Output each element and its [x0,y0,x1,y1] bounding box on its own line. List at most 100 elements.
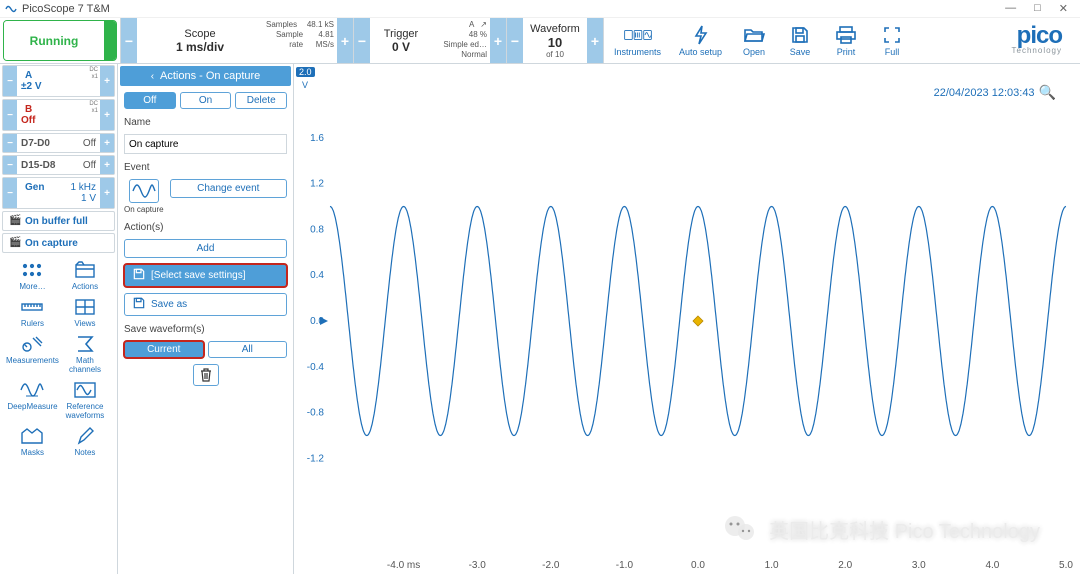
sidebar-meas-button[interactable]: Measurements [6,334,59,374]
channel-b-plus[interactable]: + [100,100,114,130]
action-name-input[interactable] [124,134,287,154]
svg-text:0.4: 0.4 [310,270,324,281]
trigger-plus-button[interactable]: + [490,18,506,63]
window-close-button[interactable]: ✕ [1059,2,1068,15]
oscilloscope-chart[interactable]: 2.0 V 22/04/2023 12:03:43 🔍 -1.2-0.8-0.4… [294,64,1080,574]
waveform-prev-button[interactable]: − [507,18,523,63]
trigger-stats: A↗ 48 % Simple ed… Normal [432,18,490,63]
actions-off-tab[interactable]: Off [124,92,176,109]
sidebar-rulers-button[interactable]: Rulers [6,297,59,328]
d15d8-minus[interactable]: − [3,156,17,174]
channel-b-label: B [21,104,96,115]
sidebar-deep-button[interactable]: DeepMeasure [6,380,59,420]
scope-plus-button[interactable]: + [337,18,353,63]
svg-text:1.0: 1.0 [765,560,779,571]
sidebar-actions-button[interactable]: Actions [59,260,111,291]
app-icon [4,2,18,16]
svg-text:0.8: 0.8 [310,224,324,235]
svg-text:3.0: 3.0 [912,560,926,571]
sidebar-math-button[interactable]: Math channels [59,334,111,374]
waveform-of: of 10 [546,50,564,59]
channel-b-row[interactable]: − B Off DCx1 + [2,99,115,131]
print-button[interactable]: Print [832,25,860,57]
trigger-panel: − Trigger 0 V A↗ 48 % Simple ed… Normal … [353,18,506,63]
chevron-left-icon: ‹ [151,71,154,82]
svg-text:5.0: 5.0 [1059,560,1073,571]
change-event-button[interactable]: Change event [170,179,287,198]
waveform-next-button[interactable]: + [587,18,603,63]
trigger-level[interactable]: 0 V [392,40,410,54]
channel-a-coupling: DCx1 [89,67,98,81]
instruments-label: Instruments [614,47,661,57]
scope-title: Scope [184,28,215,40]
window-title: PicoScope 7 T&M [22,3,110,15]
window-maximize-button[interactable]: □ [1034,2,1041,15]
folder-open-icon [740,25,768,45]
svg-text:1.2: 1.2 [310,179,324,190]
channel-a-row[interactable]: − A ±2 V DCx1 + [2,65,115,97]
window-minimize-button[interactable]: — [1005,2,1016,15]
digital-d15d8-row[interactable]: − D15-D8 Off + [2,155,115,175]
channel-b-minus[interactable]: − [3,100,17,130]
svg-text:4.0: 4.0 [985,560,999,571]
d7d0-minus[interactable]: − [3,134,17,152]
buffer-full-chip[interactable]: 🎬 On buffer full [2,211,115,231]
views-icon [72,297,98,317]
open-button[interactable]: Open [740,25,768,57]
actions-delete-tab[interactable]: Delete [235,92,287,109]
generator-row[interactable]: − Gen1 kHz 1 V + [2,177,115,209]
sidebar-more-button[interactable]: More… [6,260,59,291]
svg-text:-0.8: -0.8 [307,408,325,419]
d7d0-plus[interactable]: + [100,134,114,152]
gen-minus[interactable]: − [3,178,17,208]
actions-off-on-delete: Off On Delete [124,92,287,109]
svg-text:-1.0: -1.0 [616,560,634,571]
window-titlebar: PicoScope 7 T&M — □ ✕ [0,0,1080,18]
on-capture-chip[interactable]: 🎬 On capture [2,233,115,253]
chart-canvas: -1.2-0.8-0.40.00.40.81.21.6-4.0 ms-3.0-2… [294,64,1080,574]
fullscreen-icon [878,25,906,45]
autosetup-button[interactable]: Auto setup [679,25,722,57]
ref-icon [72,380,98,400]
save-as-button[interactable]: Save as [124,293,287,316]
save-icon [133,297,145,312]
pico-logo: pico Technology [1012,26,1080,55]
rulers-icon [19,297,45,317]
run-stop-button[interactable]: Running [3,20,117,61]
save-button[interactable]: Save [786,25,814,57]
digital-d7d0-row[interactable]: − D7-D0 Off + [2,133,115,153]
trigger-minus-button[interactable]: − [354,18,370,63]
actions-on-tab[interactable]: On [180,92,232,109]
clapper-icon: 🎬 [9,237,21,249]
top-toolbar: Running − Scope 1 ms/div Samples48.1 kS … [0,18,1080,64]
fullscreen-button[interactable]: Full [878,25,906,57]
instruments-button[interactable]: Instruments [614,25,661,57]
sidebar-masks-button[interactable]: Masks [6,426,59,457]
d15d8-plus[interactable]: + [100,156,114,174]
delete-action-button[interactable] [193,364,219,386]
channel-a-minus[interactable]: − [3,66,17,96]
scope-minus-button[interactable]: − [121,18,137,63]
scope-timebase[interactable]: 1 ms/div [176,40,224,54]
trigger-title: Trigger [384,28,418,40]
svg-text:0.0: 0.0 [691,560,705,571]
actions-header[interactable]: ‹ Actions - On capture [120,66,291,86]
sidebar-ref-button[interactable]: Reference waveforms [59,380,111,420]
event-caption: On capture [124,205,164,214]
save-current-button[interactable]: Current [124,341,204,358]
math-icon [72,334,98,354]
waveform-title: Waveform [530,23,580,35]
print-icon [832,25,860,45]
channel-a-plus[interactable]: + [100,66,114,96]
save-all-button[interactable]: All [208,341,288,358]
sidebar-views-button[interactable]: Views [59,297,111,328]
svg-text:-2.0: -2.0 [542,560,560,571]
gen-plus[interactable]: + [100,178,114,208]
sidebar-notes-button[interactable]: Notes [59,426,111,457]
channel-b-coupling: DCx1 [89,101,98,115]
event-waveform-icon[interactable] [129,179,159,203]
select-save-settings-button[interactable]: [Select save settings] [124,264,287,287]
add-action-button[interactable]: Add [124,239,287,258]
channel-a-label: A [21,70,96,81]
instruments-icon [624,25,652,45]
